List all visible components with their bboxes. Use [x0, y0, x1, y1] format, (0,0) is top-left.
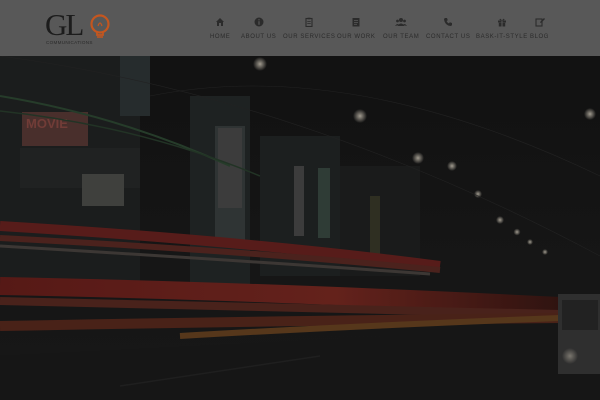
clipboard-icon: [303, 16, 315, 28]
nav-label: BLOG: [530, 34, 550, 40]
nav-item-our-services[interactable]: OUR SERVICES: [283, 16, 335, 40]
hero-banner: MOVIE: [0, 56, 600, 400]
nav-label: OUR TEAM: [383, 34, 420, 40]
nav-item-contact-us[interactable]: CONTACT US: [426, 16, 470, 40]
nav-item-blog[interactable]: BLOG: [530, 16, 549, 40]
nav-label: OUR SERVICES: [283, 34, 336, 40]
gift-icon: [496, 16, 508, 28]
nav-label: CONTACT US: [426, 34, 471, 40]
nav-item-our-work[interactable]: OUR WORK: [337, 16, 375, 40]
nav-label: BASK-IT-STYLE: [476, 34, 528, 40]
logo-letters: GL: [45, 7, 84, 42]
nav-item-our-team[interactable]: OUR TEAM: [383, 16, 419, 40]
nav-item-bask-it-style[interactable]: BASK-IT-STYLE: [476, 16, 528, 40]
nav-item-about-us[interactable]: ABOUT US: [241, 16, 276, 40]
home-icon: [214, 16, 226, 28]
logo[interactable]: GL COMMUNICATIONS: [45, 8, 115, 50]
phone-icon: [442, 16, 454, 28]
document-icon: [350, 16, 362, 28]
nav-label: OUR WORK: [337, 34, 376, 40]
users-icon: [395, 16, 408, 28]
info-icon: [253, 16, 265, 28]
nav-label: ABOUT US: [241, 34, 277, 40]
nav-label: HOME: [210, 34, 231, 40]
site-header: GL COMMUNICATIONS HOME ABOUT US OUR SERV…: [0, 0, 600, 56]
lightbulb-icon: [90, 14, 110, 38]
night-street-photo: MOVIE: [0, 56, 600, 400]
logo-subtitle: COMMUNICATIONS: [46, 40, 93, 45]
nav-item-home[interactable]: HOME: [210, 16, 230, 40]
edit-icon: [534, 16, 546, 28]
